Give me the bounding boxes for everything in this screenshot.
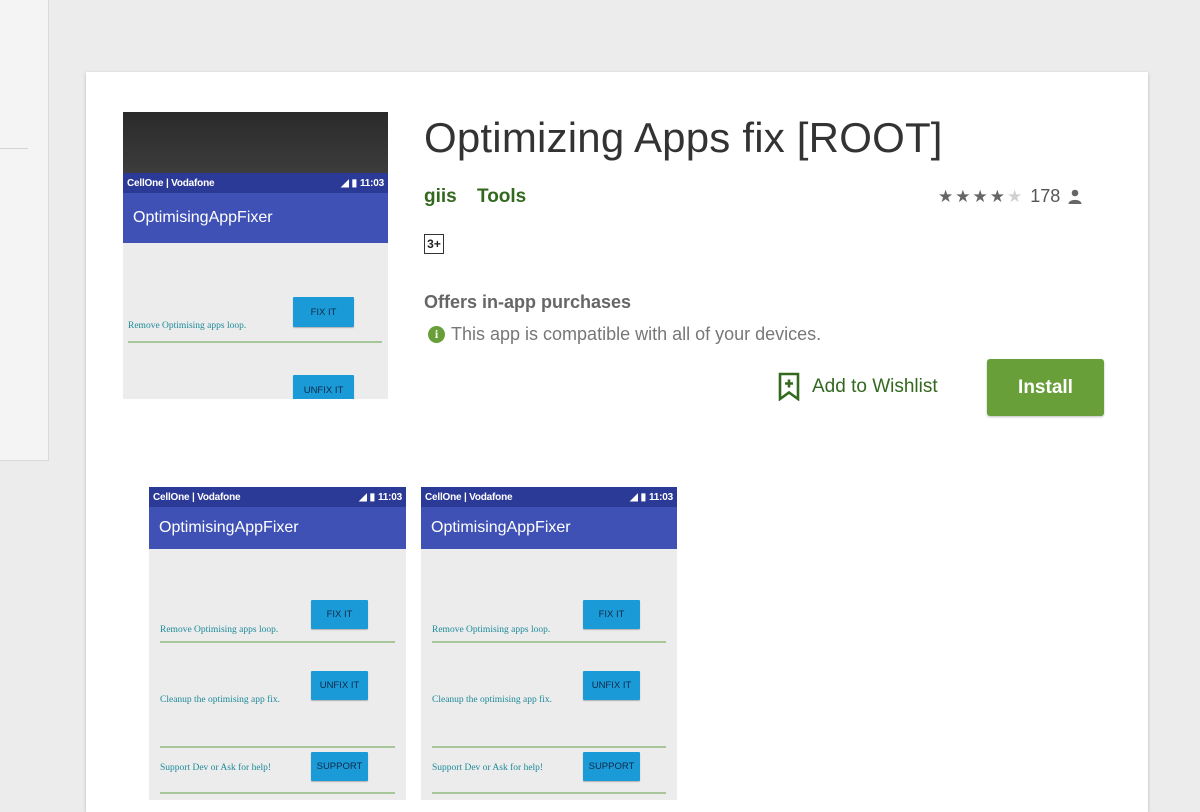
phone-support-button: SUPPORT: [311, 752, 368, 781]
info-icon: i: [428, 326, 445, 343]
phone-row-divider: [160, 641, 395, 643]
phone-body: FIX IT Remove Optimising apps loop. UNFI…: [123, 243, 388, 399]
phone-unfix-button: UNFIX IT: [311, 671, 368, 700]
app-title: Optimizing Apps fix [ROOT]: [424, 114, 943, 161]
content-rating-badge: 3+: [424, 234, 444, 254]
battery-icon: ▮: [640, 491, 647, 503]
signal-icon: ◢: [341, 177, 349, 189]
phone-body: FIX IT Remove Optimising apps loop. UNFI…: [421, 549, 677, 800]
battery-icon: ▮: [351, 177, 358, 189]
signal-icon: ◢: [359, 491, 367, 503]
phone-unfix-button: UNFIX IT: [583, 671, 640, 700]
star-icon: ★: [1007, 187, 1025, 206]
nav-divider: [0, 148, 28, 149]
phone-fix-button: FIX IT: [583, 600, 640, 629]
phone-app-name: OptimisingAppFixer: [133, 209, 273, 226]
status-time: 11:03: [377, 491, 402, 503]
compatibility-notice: i This app is compatible with all of you…: [428, 324, 821, 345]
phone-row-label: Remove Optimising apps loop.: [160, 625, 279, 635]
app-screenshot-1[interactable]: CellOne | Vodafone ◢ ▮ 11:03 OptimisingA…: [149, 487, 406, 800]
star-icon: ★: [989, 187, 1007, 206]
phone-support-button: SUPPORT: [583, 752, 640, 781]
phone-app-name: OptimisingAppFixer: [159, 519, 299, 536]
star-icon: ★: [938, 187, 956, 206]
person-icon: [1068, 189, 1082, 204]
category-link[interactable]: Tools: [477, 186, 526, 208]
status-time: 11:03: [648, 491, 673, 503]
phone-row-divider: [432, 641, 666, 643]
bookmark-plus-icon: [778, 372, 800, 401]
phone-status-bar: CellOne | Vodafone ◢ ▮ 11:03: [421, 487, 677, 507]
phone-row-divider: [160, 746, 395, 748]
carrier-text: CellOne | Vodafone: [425, 491, 513, 503]
phone-toolbar: OptimisingAppFixer: [149, 507, 406, 549]
compatibility-text: This app is compatible with all of your …: [451, 324, 822, 344]
phone-row-label: Support Dev or Ask for help!: [160, 763, 272, 773]
phone-row-label: Support Dev or Ask for help!: [432, 763, 544, 773]
rating-summary: ★★★★★ 178: [938, 186, 1082, 207]
phone-status-bar: CellOne | Vodafone ◢ ▮ 11:03: [123, 173, 388, 193]
phone-fix-button: FIX IT: [293, 297, 354, 327]
phone-row-divider: [160, 792, 395, 794]
star-rating: ★★★★★: [938, 186, 1024, 207]
star-icon: ★: [955, 187, 973, 206]
wishlist-label: Add to Wishlist: [812, 375, 938, 397]
phone-row-label: Remove Optimising apps loop.: [128, 321, 247, 331]
phone-body: FIX IT Remove Optimising apps loop. UNFI…: [149, 549, 406, 800]
phone-toolbar: OptimisingAppFixer: [421, 507, 677, 549]
rating-count: 178: [1030, 186, 1061, 206]
add-to-wishlist-button[interactable]: Add to Wishlist: [778, 372, 938, 401]
app-screenshot-2[interactable]: CellOne | Vodafone ◢ ▮ 11:03 OptimisingA…: [421, 487, 677, 800]
phone-row-divider: [432, 746, 666, 748]
cover-dark-header: [123, 112, 388, 173]
app-cover-image[interactable]: CellOne | Vodafone ◢ ▮ 11:03 OptimisingA…: [123, 112, 388, 399]
phone-row-divider: [432, 792, 666, 794]
phone-fix-button: FIX IT: [311, 600, 368, 629]
developer-link[interactable]: giis: [424, 186, 457, 208]
phone-row-label: Cleanup the optimising app fix.: [160, 695, 281, 705]
phone-row-divider: [128, 341, 382, 343]
phone-toolbar: OptimisingAppFixer: [123, 193, 388, 243]
install-button[interactable]: Install: [987, 359, 1104, 416]
left-nav-panel: [0, 0, 49, 461]
carrier-text: CellOne | Vodafone: [127, 177, 215, 189]
battery-icon: ▮: [369, 491, 376, 503]
signal-icon: ◢: [630, 491, 638, 503]
phone-status-bar: CellOne | Vodafone ◢ ▮ 11:03: [149, 487, 406, 507]
phone-row-label: Remove Optimising apps loop.: [432, 625, 551, 635]
phone-app-name: OptimisingAppFixer: [431, 519, 571, 536]
carrier-text: CellOne | Vodafone: [153, 491, 241, 503]
phone-row-label: Cleanup the optimising app fix.: [432, 695, 553, 705]
phone-unfix-button: UNFIX IT: [293, 375, 354, 399]
in-app-purchases-text: Offers in-app purchases: [424, 292, 632, 312]
star-icon: ★: [972, 187, 990, 206]
status-time: 11:03: [359, 177, 384, 189]
